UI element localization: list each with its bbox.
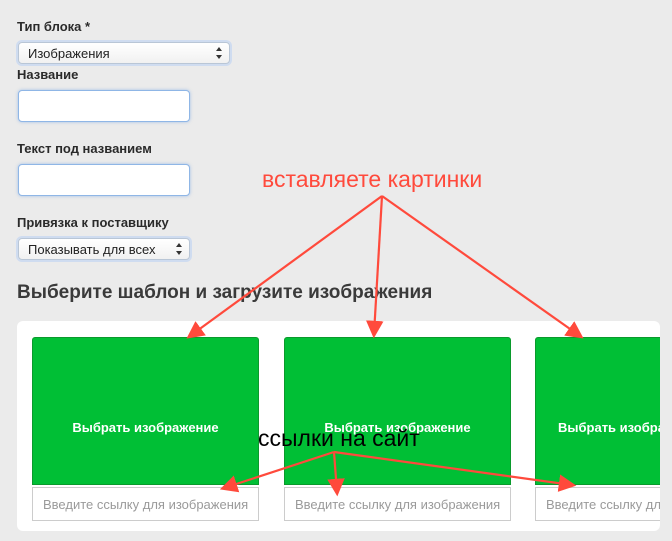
select-arrows-icon <box>216 47 222 59</box>
subtitle-label: Текст под названием <box>17 141 152 156</box>
image-card-1: Выбрать изображение Введите ссылку для и… <box>32 337 259 521</box>
arrow-insert-2 <box>365 195 384 339</box>
choose-image-button-2[interactable]: Выбрать изображение <box>284 337 511 485</box>
image-link-input-3[interactable]: Введите ссылку для изображения <box>535 487 660 521</box>
name-label: Название <box>17 67 79 82</box>
choose-image-button-3[interactable]: Выбрать изображение <box>535 337 660 485</box>
supplier-value: Показывать для всех <box>28 242 156 257</box>
name-input[interactable] <box>18 90 190 122</box>
choose-image-label: Выбрать изображение <box>558 420 660 435</box>
choose-image-button-1[interactable]: Выбрать изображение <box>32 337 259 485</box>
block-type-select[interactable]: Изображения <box>18 42 230 64</box>
supplier-label: Привязка к поставщику <box>17 215 169 230</box>
annotation-site-links: ссылки на сайт <box>258 425 420 451</box>
annotation-insert-images: вставляете картинки <box>262 166 483 192</box>
image-link-input-1[interactable]: Введите ссылку для изображения <box>32 487 259 521</box>
select-arrows-icon <box>176 243 182 255</box>
block-type-value: Изображения <box>28 46 110 61</box>
subtitle-input[interactable] <box>18 164 190 196</box>
link-placeholder: Введите ссылку для изображения <box>546 497 660 512</box>
block-type-label: Тип блока * <box>17 19 91 34</box>
link-placeholder: Введите ссылку для изображения <box>295 497 501 512</box>
image-card-3: Выбрать изображение Введите ссылку для и… <box>535 337 660 521</box>
section-heading: Выберите шаблон и загрузите изображения <box>17 282 433 303</box>
link-placeholder: Введите ссылку для изображения <box>43 497 249 512</box>
arrow-insert-1 <box>186 195 383 339</box>
arrow-insert-3 <box>381 195 584 339</box>
image-link-input-2[interactable]: Введите ссылку для изображения <box>284 487 511 521</box>
supplier-select[interactable]: Показывать для всех <box>18 238 190 260</box>
choose-image-label: Выбрать изображение <box>72 420 219 435</box>
